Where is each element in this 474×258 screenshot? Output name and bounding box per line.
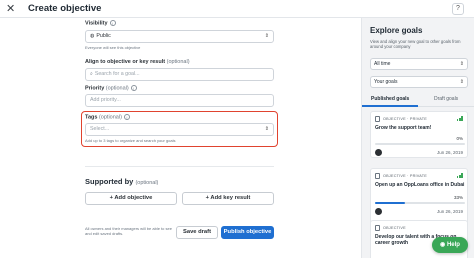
objective-icon	[375, 173, 380, 179]
help-icon[interactable]: ?	[452, 3, 464, 15]
visibility-hint: Everyone will see this objective	[85, 45, 141, 50]
modal-header: ✕ Create objective ?	[0, 0, 474, 18]
goal-card[interactable]: OBJECTIVE · PRIVATE Grow the support tea…	[370, 111, 468, 158]
search-icon: ⌕	[90, 71, 93, 77]
signal-bars-icon	[457, 173, 463, 178]
supported-by-heading: Supported by (optional)	[85, 177, 159, 186]
tab-published-goals[interactable]: Published goals	[371, 96, 409, 103]
info-icon[interactable]: i	[123, 114, 130, 120]
priority-label: Priority (optional) i	[85, 85, 137, 92]
tags-select[interactable]: Select... ⇕	[85, 123, 274, 136]
objective-form: Visibility i ◍ Public ⇕ Everyone will see …	[0, 18, 361, 258]
drafts-footnote: All owners and their managers will be ab…	[85, 226, 172, 236]
info-icon[interactable]: i	[130, 85, 137, 91]
goal-title: Grow the support team!	[375, 125, 432, 131]
goal-card[interactable]: OBJECTIVE · PRIVATE Open up an OppLoans …	[370, 168, 468, 225]
explore-goals-title: Explore goals	[370, 26, 423, 35]
goal-progress-bar	[375, 143, 465, 145]
page-title: Create objective	[28, 3, 102, 14]
tags-hint: Add up to 3 tags to organize and search …	[85, 138, 176, 143]
objective-icon	[375, 225, 380, 231]
divider	[85, 166, 274, 167]
goal-progress-label: 33%	[453, 195, 463, 200]
priority-select[interactable]: Add priority...	[85, 94, 274, 107]
signal-bars-icon	[457, 116, 463, 121]
add-objective-button[interactable]: + Add objective	[85, 192, 177, 205]
help-button[interactable]: ◉ Help	[432, 237, 468, 253]
active-tab-indicator	[362, 105, 418, 107]
close-icon[interactable]: ✕	[6, 3, 15, 15]
objective-icon	[375, 116, 380, 122]
globe-icon: ◍	[90, 33, 95, 39]
goal-date: Jun 26, 2019	[436, 209, 463, 214]
tab-draft-goals[interactable]: Draft goals	[434, 96, 458, 103]
info-icon[interactable]: i	[109, 20, 116, 26]
goal-progress-bar	[375, 202, 465, 204]
goal-progress-label: 0%	[456, 136, 463, 141]
avatar	[375, 208, 382, 215]
goal-date: Jun 26, 2019	[436, 150, 463, 155]
avatar	[375, 149, 382, 156]
goal-progress-fill	[375, 202, 405, 204]
explore-goals-panel: Explore goals View and align your new go…	[361, 18, 474, 258]
time-filter-select[interactable]: All time ⇕	[370, 58, 468, 70]
chevron-updown-icon: ⇕	[264, 33, 269, 39]
align-label: Align to objective or key result (option…	[85, 59, 190, 65]
chevron-updown-icon: ⇕	[459, 61, 464, 67]
add-key-result-button[interactable]: + Add key result	[182, 192, 274, 205]
visibility-select[interactable]: ◍ Public ⇕	[85, 30, 274, 43]
help-chat-icon: ◉	[440, 242, 447, 248]
goal-title: Open up an OppLoans office in Dubai	[375, 182, 465, 188]
chevron-updown-icon: ⇕	[264, 126, 269, 132]
visibility-label: Visibility i	[85, 20, 116, 27]
publish-objective-button[interactable]: Publish objective	[221, 226, 274, 239]
explore-goals-description: View and align your new goal to other go…	[370, 39, 461, 50]
save-draft-button[interactable]: Save draft	[176, 226, 218, 239]
tags-label: Tags (optional) i	[85, 114, 130, 121]
align-search-input[interactable]: ⌕ Search for a goal...	[85, 68, 274, 81]
chevron-updown-icon: ⇕	[459, 79, 464, 85]
goals-filter-select[interactable]: Your goals ⇕	[370, 76, 468, 88]
